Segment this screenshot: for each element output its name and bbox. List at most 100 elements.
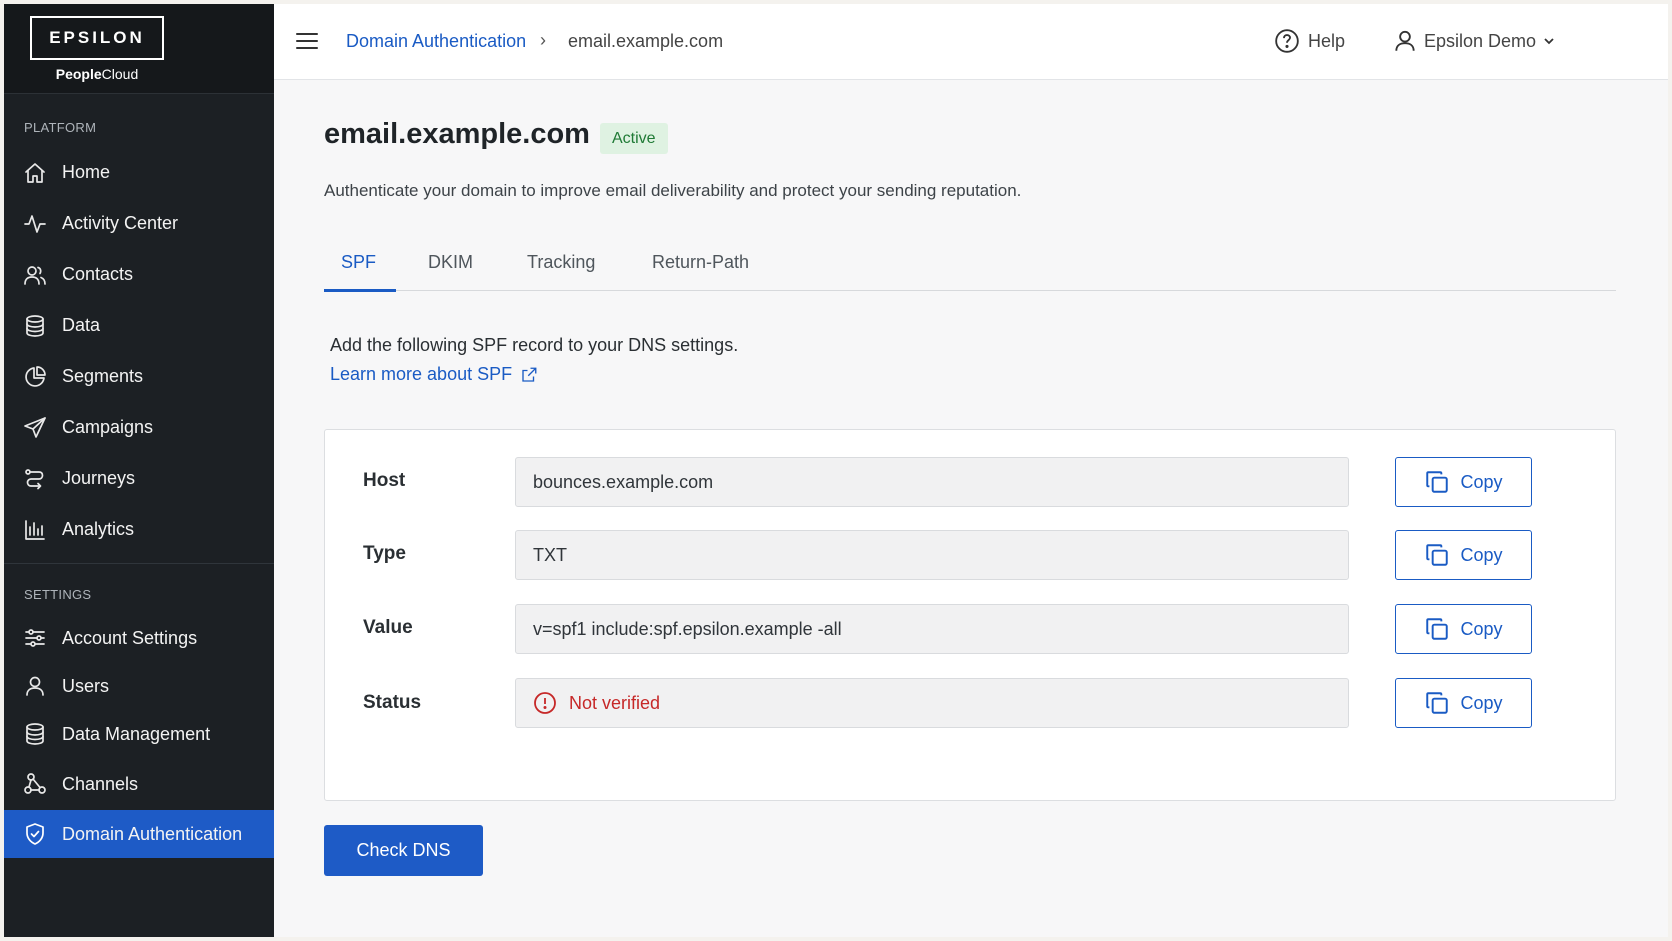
sidebar-item-data-management[interactable]: Data Management: [4, 710, 274, 758]
tab-tracking[interactable]: Tracking: [527, 252, 595, 273]
copy-host-button[interactable]: Copy: [1395, 457, 1532, 507]
sidebar-item-home[interactable]: Home: [4, 147, 274, 198]
user-name: Epsilon Demo: [1424, 30, 1537, 51]
page-title: email.example.com: [324, 118, 590, 150]
breadcrumb-current: email.example.com: [568, 31, 724, 51]
copy-icon: [1426, 692, 1449, 714]
sidebar-item-users[interactable]: Users: [4, 662, 274, 710]
spf-record-card: Host bounces.example.com Copy Type TXT C…: [324, 429, 1616, 801]
main-content: email.example.com Active Authenticate yo…: [274, 80, 1668, 937]
copy-status-button[interactable]: Copy: [1395, 678, 1532, 728]
help-button[interactable]: Help: [1274, 28, 1345, 54]
value-field[interactable]: v=spf1 include:spf.epsilon.example -all: [515, 604, 1349, 654]
tab-spf[interactable]: SPF: [341, 252, 376, 273]
alert-circle-icon: [534, 692, 556, 714]
sidebar-item-campaigns[interactable]: Campaigns: [4, 402, 274, 453]
pie-chart-icon: [22, 364, 48, 390]
tab-bar: SPF DKIM Tracking Return-Path: [324, 238, 1616, 292]
breadcrumb-parent-link[interactable]: Domain Authentication: [346, 31, 526, 52]
copy-icon: [1426, 618, 1449, 640]
channels-icon: [22, 771, 48, 797]
copy-label: Copy: [1460, 692, 1503, 713]
database-icon: [22, 721, 48, 747]
logo-area: EPSILON PeopleCloud: [4, 4, 274, 94]
sidebar-item-label: Domain Authentication: [62, 823, 243, 844]
copy-icon: [1426, 544, 1449, 566]
host-field[interactable]: bounces.example.com: [515, 457, 1349, 507]
sidebar-item-label: Data Management: [62, 723, 211, 744]
sidebar-item-label: Contacts: [62, 264, 134, 284]
sidebar-item-domain-authentication[interactable]: Domain Authentication: [4, 810, 274, 858]
sidebar: EPSILON PeopleCloud PLATFORM Home Activi…: [4, 4, 274, 937]
logo-subtitle: PeopleCloud: [56, 66, 139, 82]
help-circle-icon: [1275, 29, 1299, 53]
sidebar-item-account-settings[interactable]: Account Settings: [4, 614, 274, 662]
menu-icon[interactable]: [294, 28, 320, 54]
sidebar-item-data[interactable]: Data: [4, 300, 274, 351]
logo-subtitle-bold: People: [55, 66, 102, 82]
sidebar-item-label: Users: [62, 675, 110, 696]
activity-icon: [22, 211, 48, 237]
check-dns-button[interactable]: Check DNS: [324, 825, 483, 876]
status-badge: Active: [600, 123, 668, 154]
epsilon-logo[interactable]: EPSILON: [30, 16, 164, 60]
tab-return-path[interactable]: Return-Path: [652, 252, 749, 273]
host-label: Host: [363, 470, 406, 491]
shield-check-icon: [22, 821, 48, 847]
tab-dkim[interactable]: DKIM: [428, 252, 473, 273]
logo-text: EPSILON: [49, 28, 145, 47]
logo-subtitle-light: Cloud: [101, 66, 139, 82]
tab-label: Return-Path: [652, 252, 750, 272]
sidebar-item-journeys[interactable]: Journeys: [4, 453, 274, 504]
sidebar-item-label: Segments: [62, 366, 144, 386]
help-label: Help: [1308, 30, 1346, 51]
sidebar-item-label: Activity Center: [62, 213, 179, 233]
value-label: Value: [363, 617, 413, 638]
active-tab-indicator: [324, 289, 396, 292]
check-dns-label: Check DNS: [356, 840, 451, 860]
copy-icon: [1426, 471, 1449, 493]
bar-chart-icon: [22, 517, 48, 543]
sidebar-item-label: Data: [62, 315, 101, 335]
copy-label: Copy: [1460, 544, 1503, 565]
copy-type-button[interactable]: Copy: [1395, 530, 1532, 580]
tab-label: SPF: [341, 252, 377, 272]
learn-more-label: Learn more about SPF: [330, 364, 513, 384]
status-field: Not verified: [515, 678, 1349, 728]
type-label: Type: [363, 543, 406, 564]
sidebar-item-analytics[interactable]: Analytics: [4, 504, 274, 555]
user-icon: [1395, 30, 1415, 51]
copy-value-button[interactable]: Copy: [1395, 604, 1532, 654]
external-link-icon: [522, 367, 537, 382]
home-icon: [22, 160, 48, 186]
section-label-settings: SETTINGS: [24, 587, 92, 602]
sidebar-item-label: Home: [62, 162, 111, 182]
status-label: Status: [363, 692, 422, 713]
user-menu[interactable]: Epsilon Demo: [1392, 28, 1556, 54]
sidebar-item-label: Channels: [62, 773, 139, 794]
section-label-platform: PLATFORM: [24, 120, 97, 135]
sidebar-item-label: Journeys: [62, 468, 136, 488]
tab-label: DKIM: [428, 252, 473, 272]
learn-more-spf-link[interactable]: Learn more about SPF: [330, 364, 538, 385]
sidebar-item-channels[interactable]: Channels: [4, 758, 274, 810]
journey-icon: [22, 466, 48, 492]
top-bar: Domain Authentication › email.example.co…: [274, 4, 1668, 80]
send-icon: [22, 415, 48, 441]
status-value: Not verified: [569, 693, 661, 713]
sidebar-item-label: Account Settings: [62, 627, 198, 648]
database-icon: [22, 313, 48, 339]
sidebar-item-contacts[interactable]: Contacts: [4, 249, 274, 300]
app-window: EPSILON PeopleCloud PLATFORM Home Activi…: [4, 4, 1668, 937]
copy-label: Copy: [1460, 471, 1503, 492]
sliders-icon: [22, 625, 48, 651]
copy-label: Copy: [1460, 618, 1503, 639]
tab-label: Tracking: [527, 252, 596, 272]
type-field[interactable]: TXT: [515, 530, 1349, 580]
sidebar-item-label: Analytics: [62, 519, 135, 539]
breadcrumb-separator: ›: [540, 30, 546, 50]
sidebar-item-segments[interactable]: Segments: [4, 351, 274, 402]
sidebar-item-activity-center[interactable]: Activity Center: [4, 198, 274, 249]
page-description: Authenticate your domain to improve emai…: [324, 181, 1022, 200]
chevron-down-icon: [1544, 38, 1554, 45]
